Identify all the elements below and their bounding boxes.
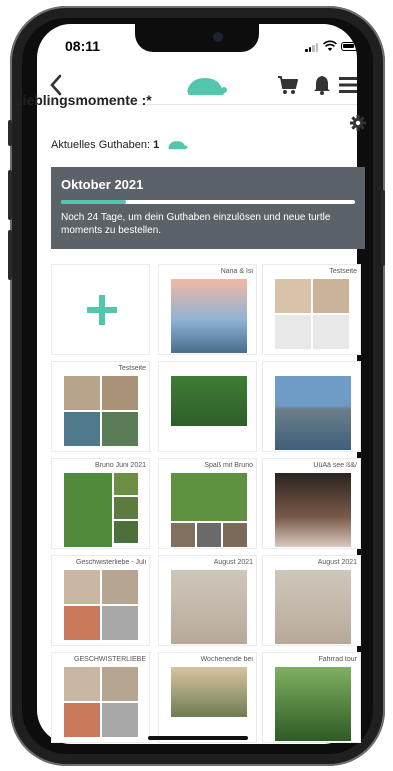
bell-icon[interactable] <box>312 74 332 96</box>
photo-thumbnail <box>64 606 100 640</box>
moment-tile[interactable]: August 2021 <box>158 555 257 646</box>
moment-tile[interactable]: Geschwisterliebe - Juli <box>51 555 150 646</box>
signal-icon <box>305 42 319 52</box>
gear-icon[interactable] <box>350 115 366 131</box>
moment-tile[interactable]: Bruno Juni 2021 <box>51 458 150 549</box>
moment-tile[interactable]: ÜüÄä see ß&/ <box>262 458 361 549</box>
plus-icon <box>87 295 117 325</box>
volume-up-button <box>8 170 12 220</box>
moment-tile[interactable] <box>262 361 361 452</box>
menu-icon[interactable] <box>339 74 357 96</box>
photo-thumbnail <box>275 473 351 547</box>
credit-progress-bar <box>61 200 355 204</box>
photo-thumbnail <box>313 315 349 349</box>
photo-thumbnail <box>171 473 247 521</box>
photo-thumbnail <box>275 376 351 450</box>
cart-icon[interactable] <box>277 74 299 96</box>
tile-label: Bruno Juni 2021 <box>95 462 146 469</box>
photo-thumbnail <box>275 570 351 644</box>
tile-label: August 2021 <box>317 559 357 566</box>
photo-thumbnail <box>114 473 138 495</box>
moment-tile[interactable]: August 2021 <box>262 555 361 646</box>
photo-thumbnail <box>102 570 138 604</box>
photo-thumbnail <box>171 279 247 353</box>
tile-label: ÜüÄä see ß&/ <box>313 462 357 469</box>
tile-label: GESCHWISTERLIEBE <box>74 656 146 663</box>
clock: 08:11 <box>65 38 101 54</box>
moment-tile[interactable] <box>158 361 257 452</box>
photo-thumbnail <box>275 315 311 349</box>
photo-thumbnail <box>114 521 138 543</box>
tile-label: Wochenende bei <box>200 656 253 663</box>
battery-icon <box>341 42 357 51</box>
moment-tile[interactable]: Testseite <box>262 264 361 355</box>
banner-text: Noch 24 Tage, um dein Guthaben einzulöse… <box>61 212 331 236</box>
photo-thumbnail <box>64 703 100 737</box>
moment-tile[interactable]: GESCHWISTERLIEBE <box>51 652 150 743</box>
status-bar: 08:11 <box>37 38 357 58</box>
moment-tile[interactable]: Wochenende bei <box>158 652 257 743</box>
turtle-credit-icon <box>168 141 188 150</box>
photo-thumbnail <box>171 376 247 426</box>
page-title: Lieblingsmomente :* <box>14 92 152 108</box>
wifi-icon <box>323 40 337 51</box>
mute-switch <box>8 120 12 146</box>
moment-tile[interactable]: Fahrrad tour <box>262 652 361 743</box>
photo-thumbnail <box>64 667 100 701</box>
photo-thumbnail <box>102 703 138 737</box>
credits-label: Aktuelles Guthaben: <box>51 139 151 151</box>
photo-thumbnail <box>102 667 138 701</box>
photo-thumbnail <box>275 667 351 741</box>
photo-thumbnail <box>313 279 349 313</box>
tile-label: Testseite <box>118 365 146 372</box>
turtle-logo-icon[interactable] <box>182 74 228 98</box>
photo-thumbnail <box>102 606 138 640</box>
period-banner: Oktober 2021 Noch 24 Tage, um dein Gutha… <box>51 167 365 249</box>
photo-thumbnail <box>171 667 247 717</box>
photo-thumbnail <box>64 412 100 446</box>
credits-value: 1 <box>153 139 160 151</box>
tile-label: Fahrrad tour <box>318 656 357 663</box>
moment-tile[interactable]: Nana & Isi <box>158 264 257 355</box>
add-moment-tile[interactable] <box>51 264 150 355</box>
photo-thumbnail <box>64 473 112 547</box>
banner-title: Oktober 2021 <box>61 177 144 192</box>
volume-down-button <box>8 230 12 280</box>
photo-thumbnail <box>114 497 138 519</box>
photo-thumbnail <box>64 376 100 410</box>
tile-label: Spaß mit Bruno <box>204 462 253 469</box>
photo-thumbnail <box>223 523 247 547</box>
moment-tile[interactable]: Testseite <box>51 361 150 452</box>
photo-thumbnail <box>64 570 100 604</box>
moment-tile[interactable]: Spaß mit Bruno <box>158 458 257 549</box>
photo-thumbnail <box>275 279 311 313</box>
tile-label: Nana & Isi <box>220 268 253 275</box>
home-indicator <box>148 736 248 740</box>
tile-label: Geschwisterliebe - Juli <box>75 559 146 566</box>
photo-thumbnail <box>171 570 247 644</box>
photo-thumbnail <box>102 412 138 446</box>
photo-thumbnail <box>197 523 221 547</box>
photo-thumbnail <box>102 376 138 410</box>
credits-line: Aktuelles Guthaben: 1 <box>51 139 188 151</box>
tile-label: August 2021 <box>213 559 253 566</box>
photo-thumbnail <box>171 523 195 547</box>
power-button <box>381 190 385 266</box>
tile-label: Testseite <box>329 268 357 275</box>
